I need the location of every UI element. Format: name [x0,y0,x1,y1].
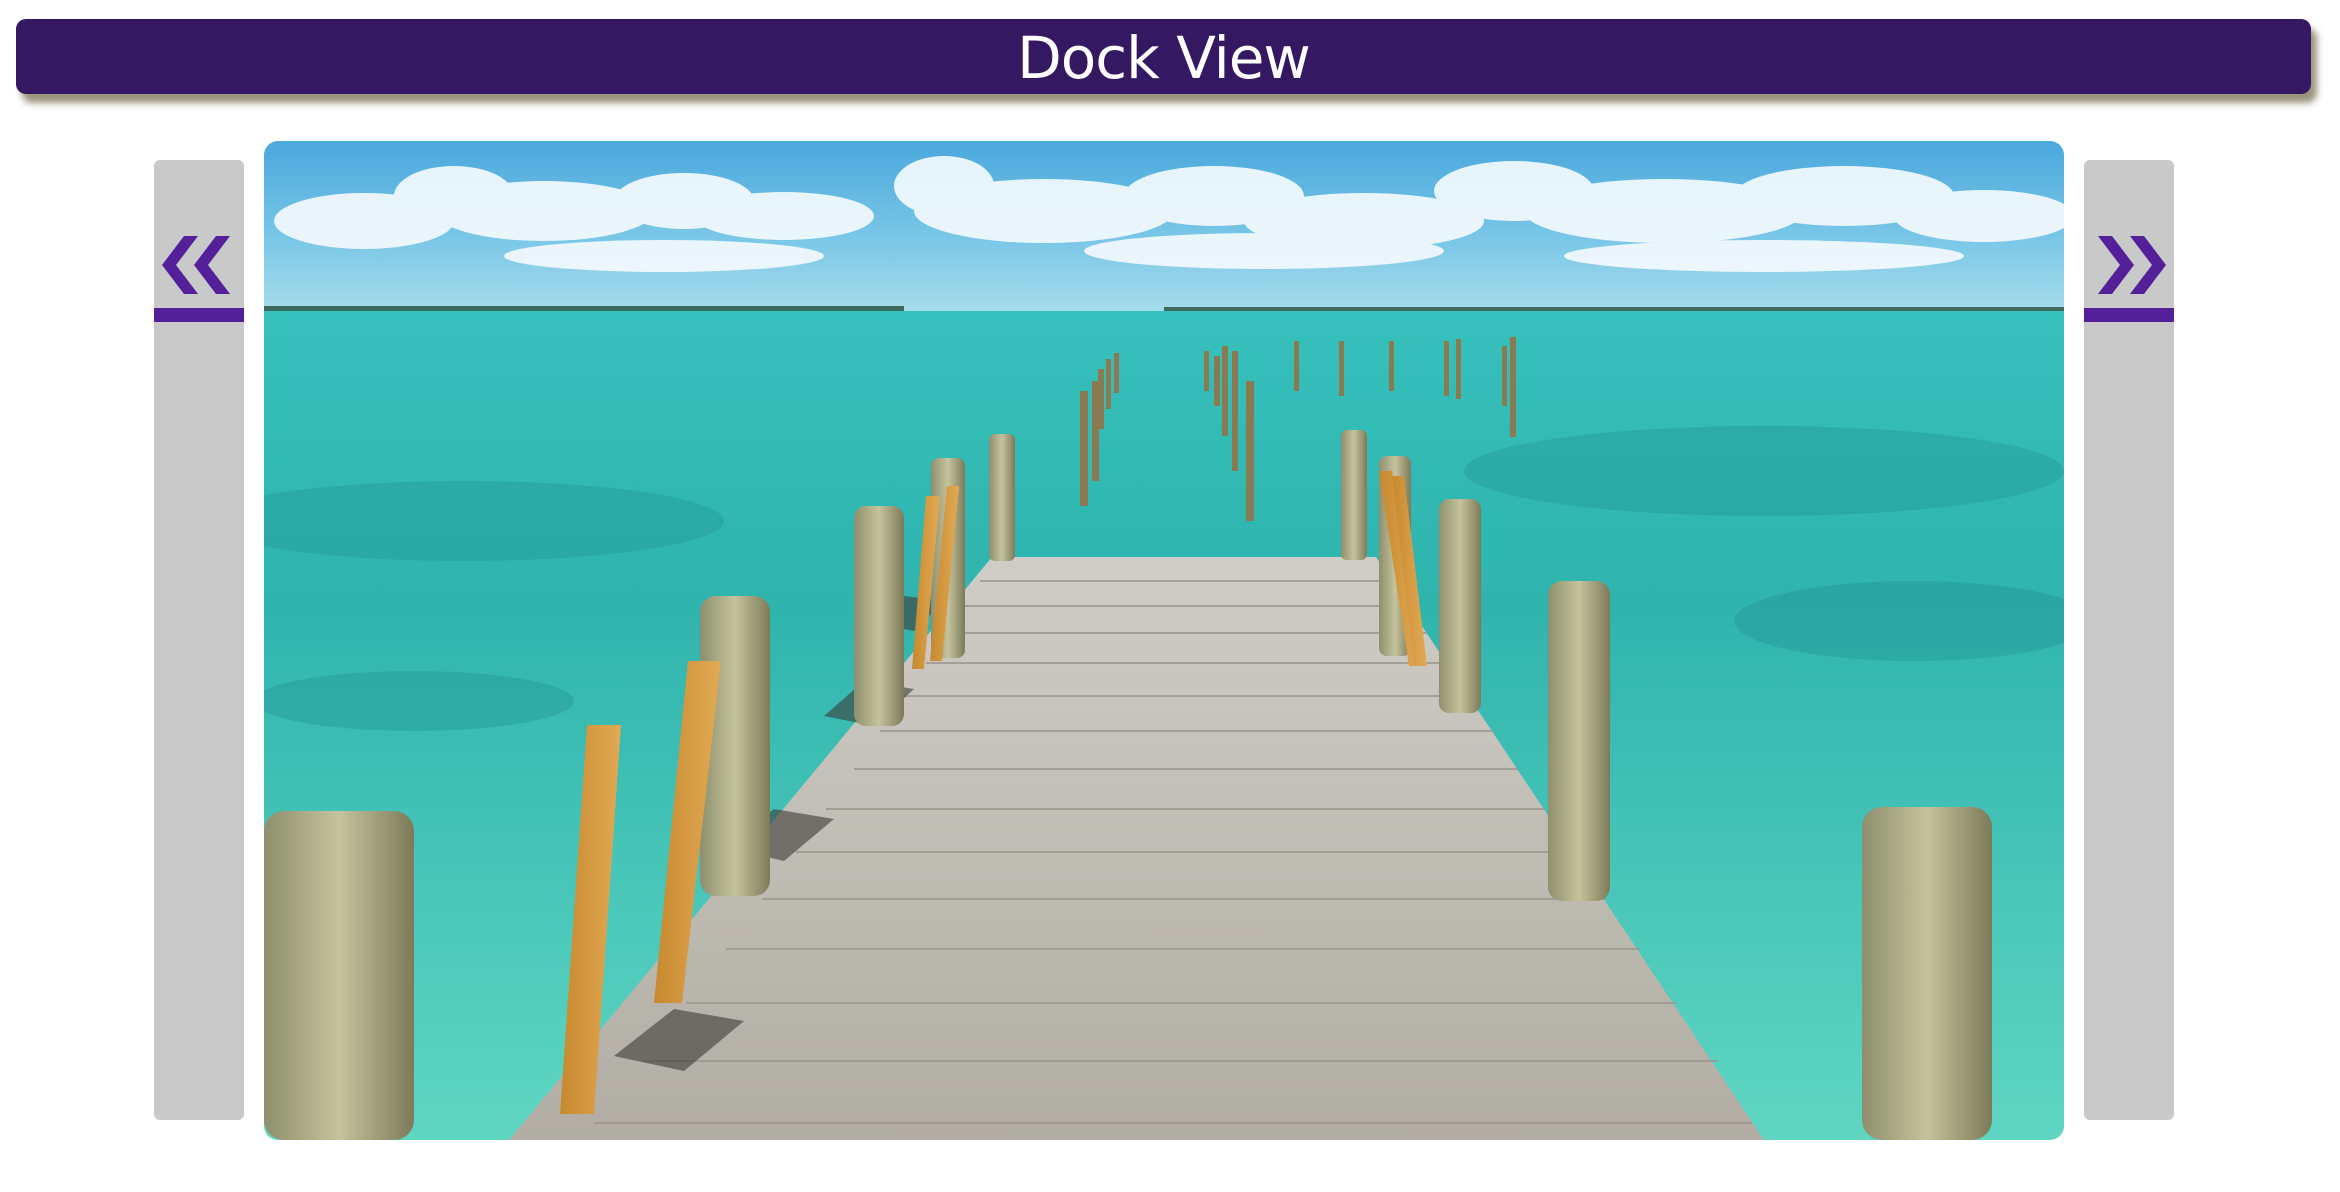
prev-underline [154,308,244,322]
title-bar: Dock View [16,19,2311,94]
dock-photo [264,141,2064,1140]
double-chevron-left-icon [162,236,230,294]
next-image-button[interactable] [2084,160,2174,1120]
next-underline [2084,308,2174,322]
double-chevron-right-icon [2098,236,2166,294]
previous-image-button[interactable] [154,160,244,1120]
page-title: Dock View [1017,23,1311,92]
